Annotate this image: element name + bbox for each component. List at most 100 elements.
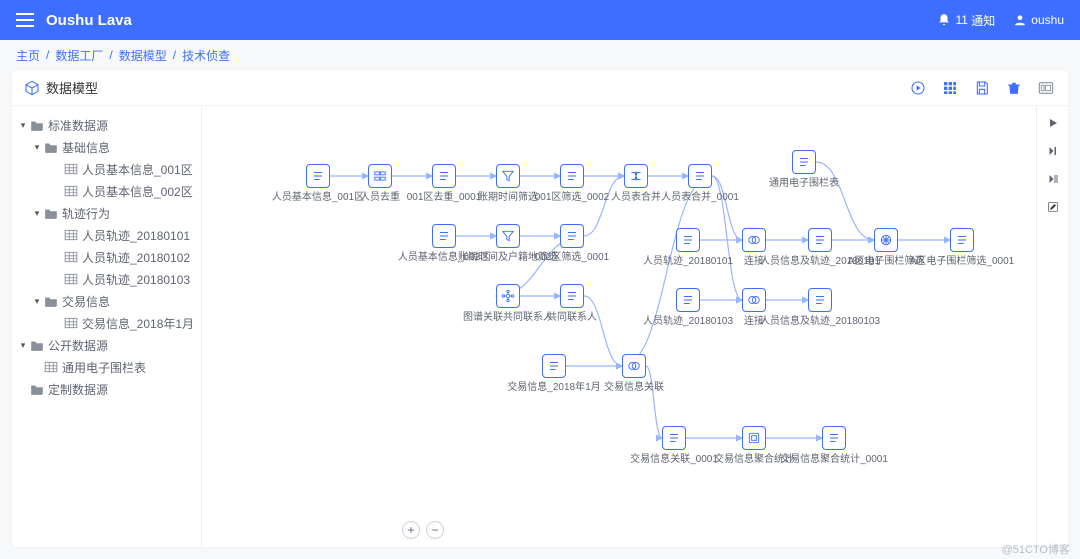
folder-icon (30, 382, 44, 396)
tree-table[interactable]: 人员基本信息_001区 (16, 158, 197, 180)
tree-folder[interactable]: ▾ 标准数据源 (16, 114, 197, 136)
tree-table[interactable]: 人员基本信息_002区 (16, 180, 197, 202)
save-button[interactable] (972, 78, 992, 98)
node-icon-list (432, 164, 456, 188)
folder-icon (30, 118, 44, 132)
play-button[interactable] (1044, 114, 1062, 132)
crumb-home[interactable]: 主页 (16, 47, 40, 64)
node-icon-list (542, 354, 566, 378)
tree-table[interactable]: 人员轨迹_20180102 (16, 246, 197, 268)
node-icon-list (808, 288, 832, 312)
node-icon-list (560, 224, 584, 248)
bell-icon (937, 13, 951, 27)
tree-toggle[interactable]: ▾ (32, 296, 42, 307)
zoom-in-button[interactable]: + (402, 521, 420, 539)
node-icon-graph (496, 284, 520, 308)
tree-label: 人员轨迹_20180103 (82, 271, 190, 288)
flow-node[interactable]: A区电子围栏筛选_0001 (924, 228, 1000, 268)
source-tree[interactable]: ▾标准数据源▾基础信息人员基本信息_001区人员基本信息_002区▾轨迹行为人员… (12, 106, 202, 547)
node-label: 共同联系人 (547, 312, 597, 324)
flow-node[interactable]: 交易信息聚合统计_0001 (796, 426, 872, 466)
notif-count: 11 (955, 13, 967, 27)
flow-node[interactable]: 交易信息关联 (596, 354, 672, 394)
tree-folder[interactable]: ▾轨迹行为 (16, 202, 197, 224)
grid-button[interactable] (940, 78, 960, 98)
node-icon-fence (874, 228, 898, 252)
flow-node[interactable]: 通用电子围栏表 (766, 150, 842, 190)
tree-toggle[interactable]: ▾ (32, 208, 42, 219)
folder-icon (44, 206, 58, 220)
node-label: 交易信息关联 (604, 382, 664, 394)
node-icon-list (950, 228, 974, 252)
pause-button[interactable] (1044, 170, 1062, 188)
node-icon-list (306, 164, 330, 188)
node-label: 人员表合并_0001 (661, 192, 739, 204)
tree-table[interactable]: 人员轨迹_20180101 (16, 224, 197, 246)
crumb-factory[interactable]: 数据工厂 (55, 47, 103, 64)
flow-node[interactable]: 人员轨迹_20180103 (650, 288, 726, 328)
node-icon-filter (496, 224, 520, 248)
trash-icon (1007, 80, 1021, 96)
node-icon-list (792, 150, 816, 174)
tree-folder[interactable]: ▾基础信息 (16, 136, 197, 158)
tree-table[interactable]: 交易信息_2018年1月 (16, 312, 197, 334)
node-label: 人员去重 (360, 192, 400, 204)
skip-button[interactable] (1044, 142, 1062, 160)
node-icon-list (560, 284, 584, 308)
tree-toggle[interactable]: ▾ (18, 340, 28, 351)
folder-icon (44, 140, 58, 154)
table-icon (64, 272, 78, 286)
flow-node[interactable]: 共同联系人 (534, 284, 610, 324)
tree-label: 标准数据源 (48, 117, 108, 134)
crumb-model[interactable]: 数据模型 (119, 47, 167, 64)
table-icon (64, 184, 78, 198)
node-label: 交易信息关联_0001 (630, 454, 718, 466)
flow-node[interactable]: 人员信息及轨迹_20180101 (782, 228, 858, 268)
flow-node[interactable]: 人员轨迹_20180101 (650, 228, 726, 268)
layout-icon (1037, 80, 1055, 96)
node-label: 人员信息及轨迹_20180103 (760, 316, 880, 328)
tree-toggle[interactable]: ▾ (18, 120, 28, 131)
user-name: oushu (1031, 13, 1064, 27)
grid-icon (942, 80, 958, 96)
crumb-tech[interactable]: 技术侦查 (182, 47, 230, 64)
delete-button[interactable] (1004, 78, 1024, 98)
flow-node[interactable]: 人员表合并_0001 (662, 164, 738, 204)
table-icon (64, 316, 78, 330)
tree-table[interactable]: 通用电子围栏表 (16, 356, 197, 378)
node-icon-list (822, 426, 846, 450)
node-icon-list (676, 288, 700, 312)
tree-toggle[interactable]: ▾ (32, 142, 42, 153)
tree-folder[interactable]: ▾交易信息 (16, 290, 197, 312)
panel-title: 数据模型 (46, 78, 98, 97)
play-circle-icon (910, 80, 926, 96)
flow-node[interactable]: 交易信息关联_0001 (636, 426, 712, 466)
tree-folder[interactable]: ▾公开数据源 (16, 334, 197, 356)
layout-button[interactable] (1036, 78, 1056, 98)
notifications-button[interactable]: 11 通知 (937, 12, 995, 29)
flow-node[interactable]: 交易信息_2018年1月 (516, 354, 592, 394)
flow-node[interactable]: 人员信息及轨迹_20180103 (782, 288, 858, 328)
folder-icon (30, 338, 44, 352)
tree-folder[interactable]: 定制数据源 (16, 378, 197, 400)
run-button[interactable] (908, 78, 928, 98)
node-icon-list (688, 164, 712, 188)
table-icon (64, 162, 78, 176)
folder-icon (44, 294, 58, 308)
edit-icon (1047, 201, 1059, 213)
node-icon-list (560, 164, 584, 188)
tree-table[interactable]: 人员轨迹_20180103 (16, 268, 197, 290)
user-menu[interactable]: oushu (1013, 13, 1064, 27)
tree-label: 定制数据源 (48, 381, 108, 398)
flow-canvas[interactable]: 人员基本信息_001区人员去重001区去重_0001账期时间筛选001区筛选_0… (202, 106, 1036, 547)
right-toolbar (1036, 106, 1068, 547)
node-icon-list (676, 228, 700, 252)
node-icon-agg (742, 426, 766, 450)
edit-button[interactable] (1044, 198, 1062, 216)
zoom-out-button[interactable]: − (426, 521, 444, 539)
skip-icon (1047, 145, 1059, 157)
node-label: 交易信息_2018年1月 (507, 382, 600, 394)
menu-icon[interactable] (16, 13, 34, 27)
cube-icon (24, 80, 40, 96)
flow-node[interactable]: 002区筛选_0001 (534, 224, 610, 264)
